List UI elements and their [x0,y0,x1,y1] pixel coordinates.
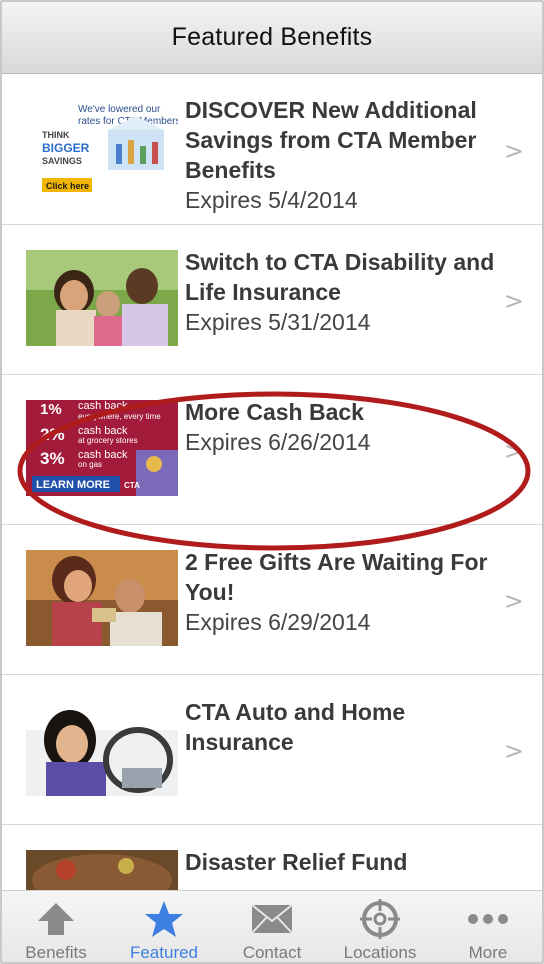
list-item[interactable]: CTA Auto and Home Insurance > [2,675,542,825]
item-title: Disaster Relief Fund [185,849,408,875]
driver-photo [26,700,178,796]
item-expires: Expires 6/26/2014 [185,429,371,455]
ad-text-2b: at grocery stores [78,436,138,445]
list-item[interactable]: 2 Free Gifts Are Waiting For You! Expire… [2,525,542,675]
app-frame: Featured Benefits We've lowered our rate… [0,0,544,964]
tab-label: Locations [343,943,417,962]
tab-label: More [468,943,508,962]
cash-back-thumbnail: 1% cash back everywhere, every time 2% c… [26,400,178,496]
star-icon [142,899,186,939]
chevron-right-icon: > [503,437,524,465]
ad-line-4: BIGGER [42,141,90,155]
item-text: More Cash Back Expires 6/26/2014 [185,397,495,457]
family-photo-thumbnail [26,250,178,346]
tab-label: Benefits [25,943,87,962]
ad-cta-logo: CTA [124,481,140,490]
tab-more[interactable]: More [434,891,542,962]
ad-rate-1: 1% [40,401,62,418]
tab-bar: Benefits Featured Contact Locations More [2,890,542,962]
ellipsis-icon [466,899,510,939]
tab-locations[interactable]: Locations [326,891,434,962]
item-text: Disaster Relief Fund [185,847,495,877]
benefits-list[interactable]: We've lowered our rates for CTA Members!… [2,75,542,962]
item-text: CTA Auto and Home Insurance [185,697,495,757]
chevron-right-icon: > [503,287,524,315]
ad-learn-more: LEARN MORE [36,479,110,491]
ad-click-label: Click here [46,181,89,191]
item-title: Switch to CTA Disability and Life Insura… [185,249,495,305]
chevron-right-icon: > [503,587,524,615]
arrow-up-icon [34,899,78,939]
item-text: 2 Free Gifts Are Waiting For You! Expire… [185,547,495,637]
tab-label: Featured [129,943,199,962]
ad-text-1a: cash back [78,400,128,412]
list-item[interactable]: We've lowered our rates for CTA Members!… [2,75,542,225]
savings-ad-image: We've lowered our rates for CTA Members!… [26,100,178,196]
item-expires: Expires 5/4/2014 [185,187,358,213]
item-title: 2 Free Gifts Are Waiting For You! [185,549,488,605]
crosshair-icon [358,899,402,939]
page-title: Featured Benefits [171,23,373,51]
list-item[interactable]: Switch to CTA Disability and Life Insura… [2,225,542,375]
savings-thumbnail: We've lowered our rates for CTA Members!… [26,100,178,196]
item-title: CTA Auto and Home Insurance [185,699,406,755]
family-photo [26,250,178,346]
list-item[interactable]: 1% cash back everywhere, every time 2% c… [2,375,542,525]
envelope-icon [250,899,294,939]
chevron-right-icon: > [503,737,524,765]
tab-featured[interactable]: Featured [110,891,218,962]
item-expires: Expires 5/31/2014 [185,309,371,335]
ad-text-1b: everywhere, every time [78,412,161,421]
ad-line-3: THINK [42,130,70,140]
auto-photo-thumbnail [26,700,178,796]
ad-rate-3: 3% [40,449,65,468]
item-title: DISCOVER New Additional Savings from CTA… [185,97,477,183]
navigation-bar: Featured Benefits [2,2,542,74]
item-text: DISCOVER New Additional Savings from CTA… [185,95,495,215]
cash-back-ad-image: 1% cash back everywhere, every time 2% c… [26,400,178,496]
item-title: More Cash Back [185,399,364,425]
tab-contact[interactable]: Contact [218,891,326,962]
ad-rate-2: 2% [40,425,65,444]
chevron-right-icon: > [503,137,524,165]
item-expires: Expires 6/29/2014 [185,609,371,635]
couple-photo [26,550,178,646]
ad-text-3b: on gas [78,460,102,469]
ad-line-1: We've lowered our [78,104,161,115]
tab-benefits[interactable]: Benefits [2,891,110,962]
tab-label: Contact [242,943,302,962]
ad-line-5: SAVINGS [42,156,82,166]
item-text: Switch to CTA Disability and Life Insura… [185,247,495,337]
gifts-photo-thumbnail [26,550,178,646]
